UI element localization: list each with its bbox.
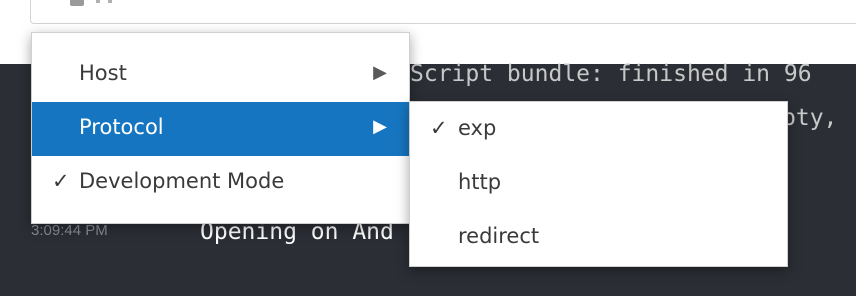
menu-item-host[interactable]: Host ▶	[32, 48, 409, 102]
menu-item-label: Host	[79, 61, 127, 85]
protocol-submenu: ✓ exp http redirect	[409, 101, 788, 267]
log-timestamp: 3:09:44 PM	[31, 222, 108, 239]
menu-item-label: Development Mode	[79, 169, 285, 193]
menu-item-label: Protocol	[79, 115, 164, 139]
checkmark-icon: ✓	[430, 116, 448, 140]
triangle-right-icon: ▶	[373, 116, 387, 137]
log-line-partial: pty,	[782, 105, 838, 131]
submenu-item-label: redirect	[458, 224, 540, 248]
toolbar-dot-icon	[108, 0, 112, 3]
context-menu: Host ▶ Protocol ▶ ✓ Development Mode	[31, 32, 410, 224]
submenu-item-label: http	[458, 170, 502, 194]
triangle-right-icon: ▶	[373, 62, 387, 83]
log-line-bundle: Script bundle: finished in 96	[410, 61, 812, 87]
submenu-item-http[interactable]: http	[410, 157, 787, 211]
submenu-item-redirect[interactable]: redirect	[410, 211, 787, 265]
device-icon[interactable]	[70, 0, 84, 6]
app-window: Script bundle: finished in 96 pty, 3:09:…	[0, 0, 856, 296]
menu-item-protocol[interactable]: Protocol ▶	[32, 102, 409, 156]
checkmark-icon: ✓	[52, 169, 70, 193]
url-bar[interactable]	[30, 0, 856, 24]
submenu-item-exp[interactable]: ✓ exp	[410, 103, 787, 157]
submenu-item-label: exp	[458, 116, 497, 140]
toolbar-dot-icon	[96, 0, 100, 3]
menu-item-development-mode[interactable]: ✓ Development Mode	[32, 156, 409, 210]
